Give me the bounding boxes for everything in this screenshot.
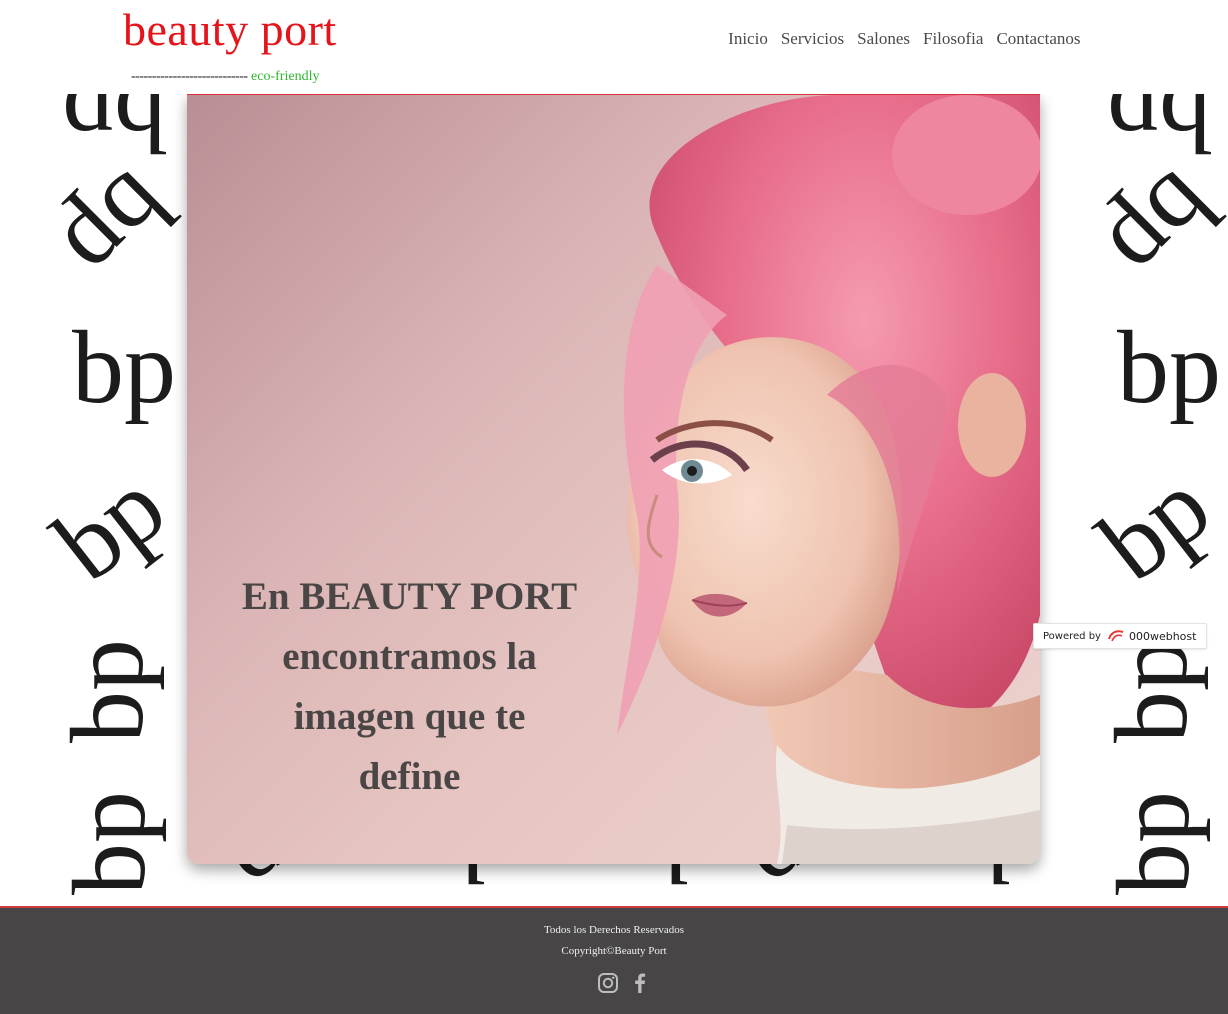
hero-line-1: En BEAUTY PORT [241,575,578,618]
site-logo[interactable]: beauty port [123,2,337,58]
site-footer: Todos los Derechos Reservados Copyright©… [0,906,1228,1014]
badge-host-name: 000webhost [1128,629,1197,643]
instagram-icon[interactable] [597,972,619,994]
bp-monogram: bp [1078,448,1228,603]
facebook-icon[interactable] [629,972,651,994]
tagline: ---------------------------- eco-friendl… [131,68,319,86]
badge-powered-by: Powered by [1043,630,1101,642]
bp-monogram: bp [50,639,165,743]
bp-monogram: bp [72,310,176,425]
bp-monogram: bp [1094,639,1209,743]
bp-monogram: bp [40,148,196,304]
webhost-logo-icon [1108,630,1124,642]
tagline-dashes: ---------------------------- [131,69,248,84]
nav-filosofia[interactable]: Filosofia [917,28,990,50]
main-nav: Inicio Servicios Salones Filosofia Conta… [722,28,1087,50]
footer-rights: Todos los Derechos Reservados [543,924,685,936]
bp-monogram: bp [33,448,187,603]
hero-line-2: encontramos la [282,635,537,678]
hero-headline: En BEAUTY PORT encontramos la imagen que… [207,567,612,807]
bp-monogram: bp [1117,310,1221,425]
hero-banner: En BEAUTY PORT encontramos la imagen que… [187,94,1040,864]
bp-monogram: bp [52,791,167,895]
nav-inicio[interactable]: Inicio [722,28,775,50]
hero-line-3: imagen que te [293,695,526,738]
webhost-badge[interactable]: Powered by 000webhost [1033,623,1207,649]
tagline-eco-friendly: eco-friendly [251,69,320,84]
social-links [597,972,651,994]
footer-copyright: Copyright©Beauty Port [561,945,667,957]
bp-monogram: bp [1096,791,1211,895]
site-header: beauty port ----------------------------… [0,0,1228,94]
hero-line-4: define [358,755,461,798]
nav-servicios[interactable]: Servicios [774,28,850,50]
nav-contactanos[interactable]: Contactanos [990,28,1087,50]
nav-salones[interactable]: Salones [851,28,917,50]
bp-monogram: bp [1085,148,1228,304]
